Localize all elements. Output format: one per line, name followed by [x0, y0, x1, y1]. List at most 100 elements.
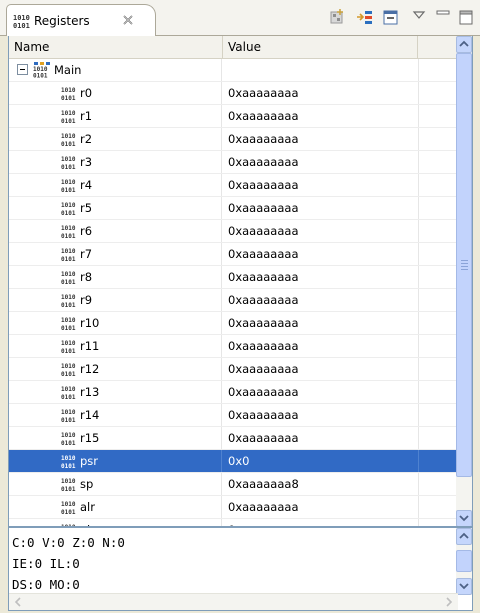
collapse-all-icon[interactable] [381, 7, 401, 27]
svg-text:1010: 1010 [61, 386, 76, 393]
registers-table[interactable]: Name Value 1010 0101 Main 1010 0101 r0 0xaa… [8, 36, 473, 527]
column-header-name[interactable]: Name [9, 36, 223, 59]
register-value[interactable]: 0xaaaaaaaa [223, 335, 418, 357]
svg-text:1010: 1010 [61, 363, 76, 370]
detail-text: C:0 V:0 Z:0 N:0 IE:0 IL:0 DS:0 MO:0 [12, 532, 125, 595]
register-value[interactable]: 0xaaaaaaaa [223, 404, 418, 426]
register-icon: 10100101 [61, 87, 76, 101]
register-icon: 10100101 [61, 202, 76, 216]
tab-registers[interactable]: 1010 0101 Registers [6, 4, 156, 36]
svg-text:1010: 1010 [61, 501, 76, 508]
register-row[interactable]: 1010 0101 r14 0xaaaaaaaa [9, 404, 458, 427]
collapse-toggle-icon[interactable] [17, 64, 28, 75]
register-value[interactable]: 0xaaaaaaaa [223, 105, 418, 127]
scroll-down-button[interactable] [456, 510, 472, 526]
svg-text:0101: 0101 [61, 256, 76, 262]
group-label: Main [54, 63, 82, 77]
register-row[interactable]: 1010 0101 sp 0xaaaaaaa8 [9, 473, 458, 496]
table-header: Name Value [9, 36, 458, 59]
view-menu-icon[interactable] [410, 7, 430, 27]
scroll-thumb[interactable] [456, 550, 472, 572]
close-icon[interactable] [121, 13, 135, 27]
svg-text:1010: 1010 [61, 432, 76, 439]
svg-text:1010: 1010 [61, 340, 76, 347]
register-icon: 10100101 [61, 225, 76, 239]
register-row[interactable]: 1010 0101 r7 0xaaaaaaaa [9, 243, 458, 266]
layout-toggle-icon[interactable] [355, 7, 375, 27]
scroll-up-button[interactable] [456, 528, 472, 545]
register-name: r15 [80, 431, 100, 445]
svg-text:1010: 1010 [61, 225, 76, 232]
minimize-icon[interactable] [434, 7, 454, 27]
register-name: r1 [80, 109, 93, 123]
register-row[interactable]: 1010 0101 r11 0xaaaaaaaa [9, 335, 458, 358]
scroll-down-button[interactable] [456, 578, 472, 595]
svg-text:0101: 0101 [61, 348, 76, 354]
register-row[interactable]: 1010 0101 r9 0xaaaaaaaa [9, 289, 458, 312]
register-name: r3 [80, 155, 93, 169]
register-row[interactable]: 1010 0101 r6 0xaaaaaaaa [9, 220, 458, 243]
register-row[interactable]: 1010 0101 r1 0xaaaaaaaa [9, 105, 458, 128]
register-row[interactable]: 1010 0101 r2 0xaaaaaaaa [9, 128, 458, 151]
scroll-up-button[interactable] [456, 36, 472, 53]
register-value[interactable]: 0xaaaaaaaa [223, 496, 418, 518]
register-value[interactable]: 0xaaaaaaaa [223, 220, 418, 242]
svg-text:0101: 0101 [61, 187, 76, 193]
svg-text:0101: 0101 [61, 279, 76, 285]
register-value[interactable]: 0xaaaaaaaa [223, 82, 418, 104]
svg-text:0101: 0101 [61, 164, 76, 170]
register-value[interactable]: 0xaaaaaaa8 [223, 473, 418, 495]
view-tab-bar: 1010 0101 Registers [0, 0, 480, 36]
register-row[interactable]: 10100101ahr0xaaaaaaaa [9, 519, 458, 526]
register-value[interactable]: 0x0 [223, 450, 418, 472]
add-register-group-icon[interactable] [327, 7, 347, 27]
svg-text:1010: 1010 [61, 294, 76, 301]
register-row[interactable]: 1010 0101 r0 0xaaaaaaaa [9, 82, 458, 105]
register-name: r7 [80, 247, 93, 261]
column-header-value[interactable]: Value [223, 36, 418, 59]
table-vertical-scrollbar[interactable] [456, 36, 472, 526]
register-group-icon: 1010 0101 [33, 62, 50, 78]
register-row[interactable]: 1010 0101 psr 0x0 [9, 450, 458, 473]
detail-horizontal-scrollbar[interactable] [9, 593, 458, 610]
register-value[interactable]: 0xaaaaaaaa [223, 381, 418, 403]
svg-text:1010: 1010 [61, 478, 76, 485]
register-name: sp [80, 477, 94, 491]
register-row[interactable]: 1010 0101 r8 0xaaaaaaaa [9, 266, 458, 289]
svg-text:1010: 1010 [61, 133, 76, 140]
detail-line: IE:0 IL:0 [12, 556, 80, 571]
register-icon: 10100101 [61, 294, 76, 308]
register-value[interactable]: 0xaaaaaaaa [223, 312, 418, 334]
register-value[interactable]: 0xaaaaaaaa [223, 197, 418, 219]
svg-text:1010: 1010 [61, 409, 76, 416]
register-value[interactable]: 0xaaaaaaaa [223, 151, 418, 173]
register-value[interactable]: 0xaaaaaaaa [223, 243, 418, 265]
svg-text:1010: 1010 [61, 179, 76, 186]
svg-text:0101: 0101 [61, 394, 76, 400]
register-row[interactable]: 1010 0101 r4 0xaaaaaaaa [9, 174, 458, 197]
register-row[interactable]: 1010 0101 r15 0xaaaaaaaa [9, 427, 458, 450]
register-row[interactable]: 1010 0101 r3 0xaaaaaaaa [9, 151, 458, 174]
svg-text:1010: 1010 [61, 156, 76, 163]
register-detail-pane[interactable]: C:0 V:0 Z:0 N:0 IE:0 IL:0 DS:0 MO:0 [8, 527, 473, 611]
maximize-icon[interactable] [457, 7, 477, 27]
register-value[interactable]: 0xaaaaaaaa [223, 519, 418, 526]
register-value[interactable]: 0xaaaaaaaa [223, 266, 418, 288]
register-row[interactable]: 1010 0101 alr 0xaaaaaaaa [9, 496, 458, 519]
svg-text:0101: 0101 [61, 440, 76, 446]
scroll-thumb[interactable] [456, 53, 472, 477]
register-value[interactable]: 0xaaaaaaaa [223, 174, 418, 196]
group-row-main[interactable]: 1010 0101 Main [9, 59, 458, 82]
register-value[interactable]: 0xaaaaaaaa [223, 128, 418, 150]
register-value[interactable]: 0xaaaaaaaa [223, 427, 418, 449]
register-row[interactable]: 1010 0101 r5 0xaaaaaaaa [9, 197, 458, 220]
detail-vertical-scrollbar[interactable] [456, 528, 472, 595]
scroll-right-icon[interactable] [443, 596, 455, 608]
register-row[interactable]: 1010 0101 r12 0xaaaaaaaa [9, 358, 458, 381]
scroll-left-icon[interactable] [12, 596, 24, 608]
register-row[interactable]: 1010 0101 r10 0xaaaaaaaa [9, 312, 458, 335]
register-row[interactable]: 1010 0101 r13 0xaaaaaaaa [9, 381, 458, 404]
register-value[interactable]: 0xaaaaaaaa [223, 358, 418, 380]
register-value[interactable]: 0xaaaaaaaa [223, 289, 418, 311]
svg-text:0101: 0101 [61, 486, 76, 492]
